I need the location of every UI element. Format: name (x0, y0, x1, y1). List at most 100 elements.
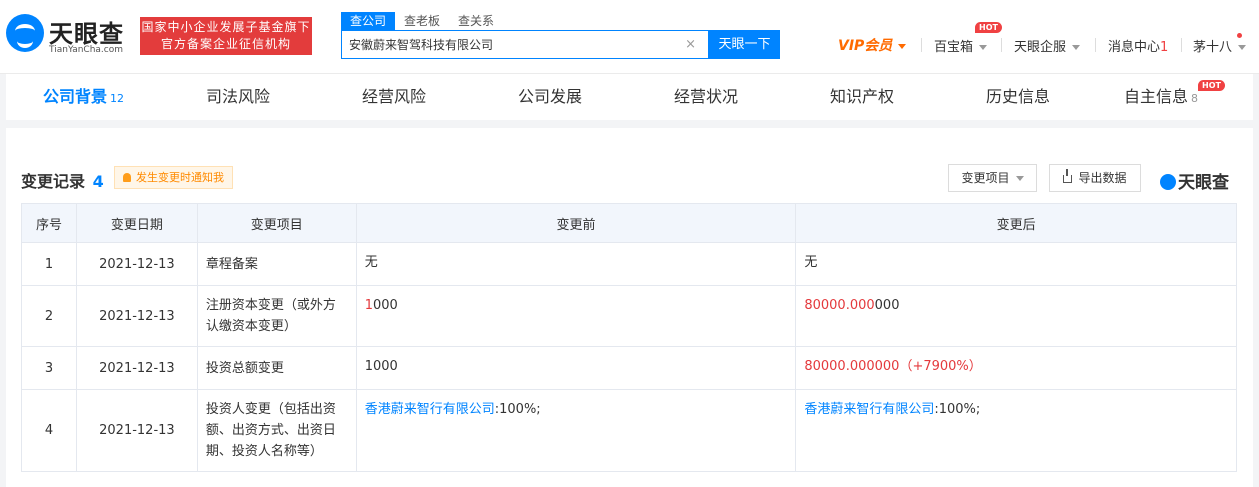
before-text: :100%; (494, 402, 541, 417)
tab-operation-status[interactable]: 经营状况 (674, 74, 738, 120)
investor-link[interactable]: 香港蔚来智行有限公司 (365, 402, 495, 417)
export-data-button[interactable]: 导出数据 (1049, 164, 1141, 192)
cell-after: 80000.000000 (795, 285, 1237, 347)
tab-count: 12 (110, 92, 125, 105)
table-row: 2 2021-12-13 注册资本变更（或外方认缴资本变更） 1000 8000… (21, 285, 1237, 347)
message-count: 1 (1160, 40, 1169, 55)
cell-date: 2021-12-13 (75, 389, 198, 472)
user-name: 茅十八 (1193, 40, 1233, 55)
cell-item: 投资人变更（包括出资额、出资方式、出资日期、投资人名称等） (196, 389, 357, 472)
tab-label: 自主信息 (1124, 87, 1189, 106)
tab-label: 历史信息 (986, 87, 1051, 106)
cell-item: 章程备案 (196, 242, 357, 286)
cell-no: 2 (21, 285, 77, 347)
cell-date: 2021-12-13 (75, 242, 198, 286)
table-row: 3 2021-12-13 投资总额变更 1000 80000.000000（+7… (21, 346, 1237, 390)
top-header: 天眼查 TianYanCha.com 国家中小企业发展子基金旗下 官方备案企业征… (0, 0, 1259, 74)
before-highlight: 1 (364, 298, 374, 313)
tab-label: 知识产权 (830, 87, 895, 106)
cell-before: 无 (355, 242, 797, 286)
vip-menu[interactable]: VIP会员 (838, 35, 907, 55)
after-text: 000 (874, 298, 900, 313)
tab-legal-risk[interactable]: 司法风险 (206, 74, 270, 120)
tab-business-risk[interactable]: 经营风险 (362, 74, 426, 120)
notify-on-change-button[interactable]: 发生变更时通知我 (114, 166, 233, 189)
user-menu[interactable]: 茅十八 (1193, 36, 1247, 55)
search-button[interactable]: 天眼一下 (709, 30, 780, 59)
logo-text: 天眼查 (49, 20, 124, 48)
nav-divider (1001, 38, 1002, 52)
tab-self-info[interactable]: 自主信息 8 (1124, 74, 1198, 120)
col-header-no: 序号 (21, 203, 77, 243)
tab-company-development[interactable]: 公司发展 (518, 74, 582, 120)
table-header-row: 序号 变更日期 变更项目 变更前 变更后 (21, 203, 1237, 243)
table-row: 1 2021-12-13 章程备案 无 无 (21, 242, 1237, 286)
enterprise-service-menu[interactable]: 天眼企服 (1014, 36, 1081, 55)
logo-eye-icon (1160, 174, 1176, 190)
after-highlight: 80000.000000（+7900%） (804, 359, 982, 374)
nav-divider (1181, 38, 1182, 52)
tab-label: 经营风险 (362, 87, 427, 106)
logo-domain: TianYanCha.com (49, 45, 124, 55)
baobao-label: 百宝箱 (934, 40, 974, 55)
cell-no: 1 (21, 242, 77, 286)
cell-before: 1000 (355, 285, 797, 347)
site-logo[interactable]: 天眼查 TianYanCha.com (6, 14, 131, 58)
tab-company-background[interactable]: 公司背景 12 (43, 74, 124, 120)
logo-eye-icon (6, 14, 44, 52)
change-record-table: 序号 变更日期 变更项目 变更前 变更后 1 2021-12-13 章程备案 无… (21, 203, 1237, 472)
section-title: 变更记录 4 (21, 168, 104, 192)
tab-count: 8 (1191, 92, 1199, 105)
after-text: :100%; (934, 402, 981, 417)
official-badge[interactable]: 国家中小企业发展子基金旗下 官方备案企业征信机构 (140, 17, 312, 55)
nav-divider (1095, 38, 1096, 52)
cell-after: 无 (795, 242, 1237, 286)
section-title-text: 变更记录 (21, 172, 86, 191)
cell-before: 1000 (355, 346, 797, 390)
col-header-before: 变更前 (355, 203, 797, 243)
chevron-down-icon (979, 45, 988, 50)
filter-label: 变更项目 (961, 171, 1010, 185)
search-tab-boss[interactable]: 查老板 (395, 12, 449, 30)
search-type-tabs: 查公司 查老板 查关系 (341, 12, 503, 30)
table-row: 4 2021-12-13 投资人变更（包括出资额、出资方式、出资日期、投资人名称… (21, 389, 1237, 472)
baobao-menu[interactable]: 百宝箱 (934, 36, 988, 55)
company-tabs: 公司背景 12 司法风险 经营风险 公司发展 经营状况 知识产权 历史信息 自主信… (6, 74, 1253, 120)
col-header-date: 变更日期 (75, 203, 198, 243)
search-tab-relation[interactable]: 查关系 (449, 12, 503, 30)
message-center-label: 消息中心 (1108, 40, 1161, 55)
section-count: 4 (92, 172, 104, 191)
tab-label: 公司发展 (518, 87, 583, 106)
search-input[interactable] (342, 31, 682, 58)
col-header-after: 变更后 (795, 203, 1237, 243)
cell-no: 3 (21, 346, 77, 390)
tab-history[interactable]: 历史信息 (986, 74, 1050, 120)
badge-line-2: 官方备案企业征信机构 (160, 37, 291, 51)
chevron-down-icon (1015, 176, 1024, 181)
search-tab-company[interactable]: 查公司 (341, 12, 396, 30)
cell-date: 2021-12-13 (75, 285, 198, 347)
notify-label: 发生变更时通知我 (136, 171, 224, 184)
change-record-section: 变更记录 4 发生变更时通知我 变更项目 导出数据 天眼查 序号 变更日期 变更… (6, 128, 1253, 487)
tab-label: 公司背景 (43, 87, 108, 106)
chevron-down-icon (898, 43, 907, 49)
export-label: 导出数据 (1078, 171, 1127, 185)
badge-line-1: 国家中小企业发展子基金旗下 (141, 20, 311, 34)
chevron-down-icon (1238, 45, 1247, 50)
enterprise-service-label: 天眼企服 (1014, 40, 1067, 55)
chevron-down-icon (1072, 45, 1081, 50)
tab-intellectual-property[interactable]: 知识产权 (830, 74, 894, 120)
cell-no: 4 (21, 389, 77, 472)
message-center[interactable]: 消息中心1 (1108, 36, 1168, 55)
change-item-filter[interactable]: 变更项目 (948, 164, 1037, 192)
cell-item: 投资总额变更 (196, 346, 357, 390)
download-icon (1063, 169, 1073, 183)
hot-badge: HOT (975, 22, 1002, 33)
tab-label: 经营状况 (674, 87, 739, 106)
cell-after: 香港蔚来智行有限公司:100%; (795, 389, 1237, 472)
brand-text: 天眼查 (1178, 173, 1229, 193)
col-header-item: 变更项目 (196, 203, 357, 243)
investor-link[interactable]: 香港蔚来智行有限公司 (804, 402, 934, 417)
vip-label: VIP会员 (838, 38, 893, 54)
clear-icon[interactable]: × (685, 37, 696, 52)
